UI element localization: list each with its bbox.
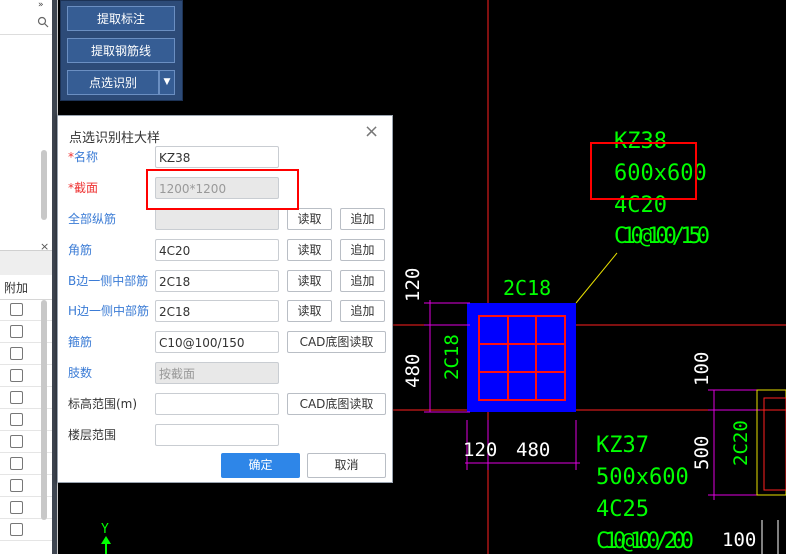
dim-500-vertical: 500 — [691, 436, 713, 470]
close-icon[interactable]: × — [364, 123, 379, 141]
column-header-extra: 附加 — [4, 281, 29, 295]
kz37-stirrup: C10@100/200 — [596, 529, 694, 554]
h-side-rebar-add-button[interactable]: 追加 — [340, 300, 385, 322]
highlight-box-section — [146, 169, 299, 210]
row-checkbox[interactable] — [10, 391, 23, 404]
extract-rebar-line-button[interactable]: 提取钢筋线 — [67, 38, 175, 63]
kz37-corner: 4C25 — [596, 497, 649, 522]
expand-icon[interactable]: » — [38, 0, 52, 10]
corner-rebar-add-button[interactable]: 追加 — [340, 239, 385, 261]
h-side-rebar-label: H边一侧中部筋 — [68, 304, 150, 318]
dialog-title: 点选识别柱大样 — [69, 131, 161, 146]
elevation-range-field[interactable] — [155, 393, 279, 415]
kz38-corner: 4C20 — [614, 193, 667, 218]
search-box[interactable] — [0, 12, 52, 35]
corner-rebar-field[interactable]: 4C20 — [155, 239, 279, 261]
row-checkbox[interactable] — [10, 413, 23, 426]
kz37-size: 500x600 — [596, 465, 689, 490]
table-row — [0, 519, 52, 541]
floor-range-field[interactable] — [155, 424, 279, 446]
list-scrollbar[interactable] — [41, 300, 47, 520]
name-field[interactable]: KZ38 — [155, 146, 279, 168]
elevation-cad-read-button[interactable]: CAD底图读取 — [287, 393, 386, 415]
column-detail-dialog: 点选识别柱大样 × *名称 KZ38 *截面 1200*1200 全部纵筋 读取… — [57, 115, 393, 483]
kz38-stirrup: C10@100/150 — [614, 224, 710, 249]
legs-field[interactable]: 按截面 — [155, 362, 279, 384]
elevation-range-label: 标高范围(m) — [68, 397, 138, 411]
search-icon[interactable] — [37, 16, 49, 28]
kz37-name: KZ37 — [596, 433, 649, 458]
dim-100-horizontal: 100 — [722, 529, 756, 551]
ok-button[interactable]: 确定 — [221, 453, 300, 478]
kz38-name: KZ38 — [614, 129, 667, 154]
side-bar-label: 2C18 — [441, 334, 463, 380]
extract-annotation-button[interactable]: 提取标注 — [67, 6, 175, 31]
leader-line — [575, 252, 618, 304]
row-checkbox[interactable] — [10, 501, 23, 514]
h-side-rebar-field[interactable]: 2C18 — [155, 300, 279, 322]
table-header: 附加 — [0, 275, 52, 300]
dim-480-vertical: 480 — [402, 354, 424, 388]
h-side-rebar-read-button[interactable]: 读取 — [287, 300, 332, 322]
b-side-rebar-field[interactable]: 2C18 — [155, 270, 279, 292]
b-side-rebar-read-button[interactable]: 读取 — [287, 270, 332, 292]
b-side-rebar-label: B边一侧中部筋 — [68, 274, 149, 288]
panel-tab-strip — [0, 250, 52, 275]
row-checkbox[interactable] — [10, 347, 23, 360]
section-label: *截面 — [68, 181, 99, 195]
name-label: *名称 — [68, 150, 99, 164]
dim-480-horizontal: 480 — [516, 439, 550, 461]
dim-120-vertical: 120 — [402, 268, 424, 302]
dim-100-vertical: 100 — [691, 352, 713, 386]
stirrup-cad-read-button[interactable]: CAD底图读取 — [287, 331, 386, 353]
chevron-down-icon[interactable]: ▼ — [159, 70, 175, 95]
all-long-rebar-field[interactable] — [155, 208, 279, 230]
corner-rebar-label: 角筋 — [68, 243, 93, 257]
row-checkbox[interactable] — [10, 523, 23, 536]
row-checkbox[interactable] — [10, 303, 23, 316]
b-side-rebar-add-button[interactable]: 追加 — [340, 270, 385, 292]
stirrup-field[interactable]: C10@100/150 — [155, 331, 279, 353]
stirrup-label: 箍筋 — [68, 335, 93, 349]
row-checkbox[interactable] — [10, 435, 23, 448]
column-partial — [756, 389, 786, 496]
all-long-rebar-label: 全部纵筋 — [68, 212, 117, 226]
identify-toolbar: 提取标注 提取钢筋线 点选识别 ▼ — [60, 0, 183, 101]
row-checkbox[interactable] — [10, 369, 23, 382]
scrollbar-thumb[interactable] — [41, 150, 47, 220]
corner-rebar-read-button[interactable]: 读取 — [287, 239, 332, 261]
row-checkbox[interactable] — [10, 457, 23, 470]
legs-label: 肢数 — [68, 366, 93, 380]
row-checkbox[interactable] — [10, 325, 23, 338]
kz37-annotation[interactable]: KZ37 500x600 4C25 C10@100/200 — [596, 433, 694, 554]
left-panel: » × 附加 — [0, 0, 58, 554]
column-kz38[interactable] — [467, 303, 576, 412]
cancel-button[interactable]: 取消 — [307, 453, 386, 478]
right-2c20-label: 2C20 — [730, 420, 752, 466]
top-bar-label: 2C18 — [503, 276, 551, 300]
all-long-rebar-add-button[interactable]: 追加 — [340, 208, 385, 230]
dim-120-horizontal: 120 — [463, 439, 497, 461]
floor-range-label: 楼层范围 — [68, 428, 117, 442]
y-axis-label: Y — [101, 522, 109, 537]
row-checkbox[interactable] — [10, 479, 23, 492]
kz38-size: 600x600 — [614, 161, 707, 186]
all-long-rebar-read-button[interactable]: 读取 — [287, 208, 332, 230]
click-identify-button[interactable]: 点选识别 — [67, 70, 159, 95]
